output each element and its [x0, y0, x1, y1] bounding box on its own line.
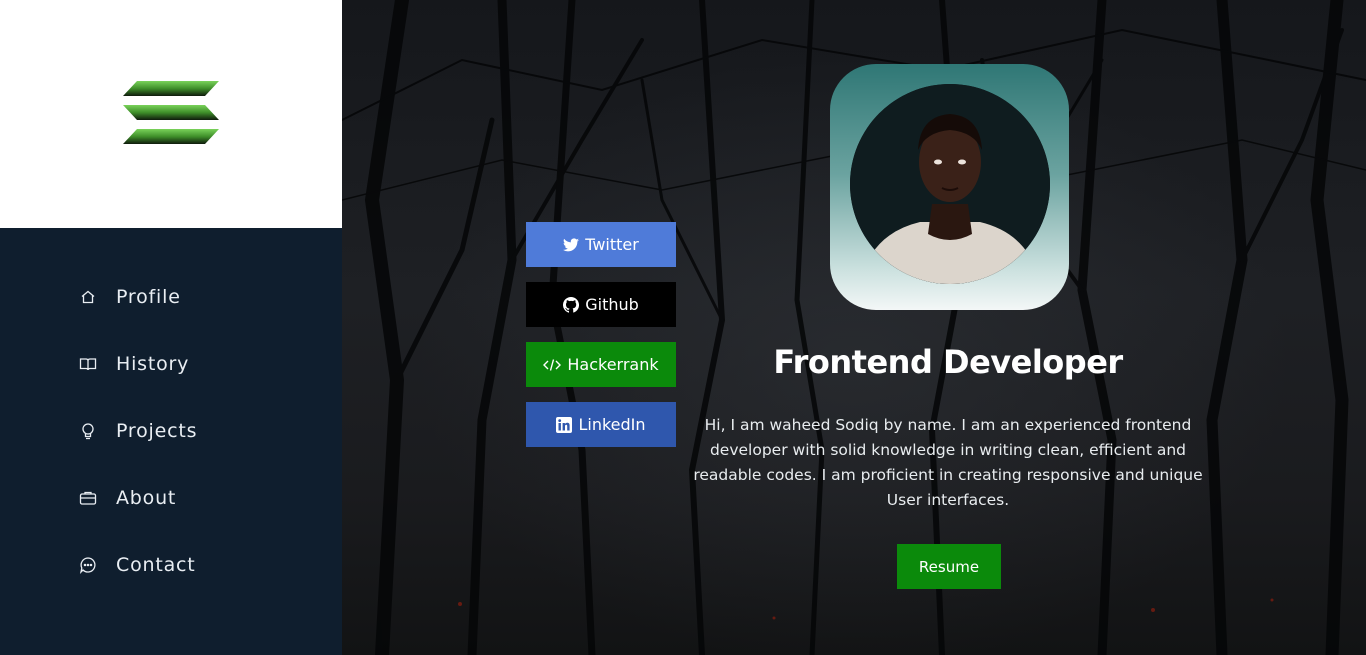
logo-panel: [0, 0, 342, 228]
page-title: Frontend Developer: [773, 343, 1123, 381]
twitter-label: Twitter: [585, 235, 639, 254]
linkedin-icon: [556, 416, 573, 433]
hero-section: Twitter Github Hackerrank LinkedIn Front…: [342, 0, 1366, 655]
github-button[interactable]: Github: [526, 282, 676, 327]
nav-label: History: [116, 353, 190, 375]
resume-button[interactable]: Resume: [897, 544, 1001, 589]
book-icon: [78, 354, 98, 374]
nav-item-profile[interactable]: Profile: [78, 282, 181, 312]
nav-label: Contact: [116, 554, 196, 576]
bio-text: Hi, I am waheed Sodiq by name. I am an e…: [693, 416, 1203, 509]
nav-item-projects[interactable]: Projects: [78, 416, 197, 446]
twitter-icon: [563, 237, 580, 252]
chat-icon: [78, 555, 98, 575]
code-icon: [543, 358, 562, 372]
avatar: [850, 84, 1050, 284]
briefcase-icon: [78, 488, 98, 508]
github-icon: [563, 296, 580, 313]
linkedin-label: LinkedIn: [578, 415, 646, 434]
home-icon: [78, 287, 98, 307]
nav-label: Projects: [116, 420, 198, 442]
linkedin-button[interactable]: LinkedIn: [526, 402, 676, 447]
nav-item-about[interactable]: About: [78, 483, 176, 513]
hackerrank-button[interactable]: Hackerrank: [526, 342, 676, 387]
twitter-button[interactable]: Twitter: [526, 222, 676, 267]
avatar-frame: [830, 64, 1069, 310]
nav-item-contact[interactable]: Contact: [78, 550, 196, 580]
hackerrank-label: Hackerrank: [567, 355, 659, 374]
stacked-bars-logo[interactable]: [121, 80, 221, 148]
lightbulb-icon: [78, 421, 98, 441]
github-label: Github: [585, 295, 639, 314]
nav-label: About: [116, 487, 177, 509]
nav-item-history[interactable]: History: [78, 349, 189, 379]
nav-label: Profile: [116, 286, 181, 308]
sidebar: Profile History Projects About Contact: [0, 0, 342, 655]
